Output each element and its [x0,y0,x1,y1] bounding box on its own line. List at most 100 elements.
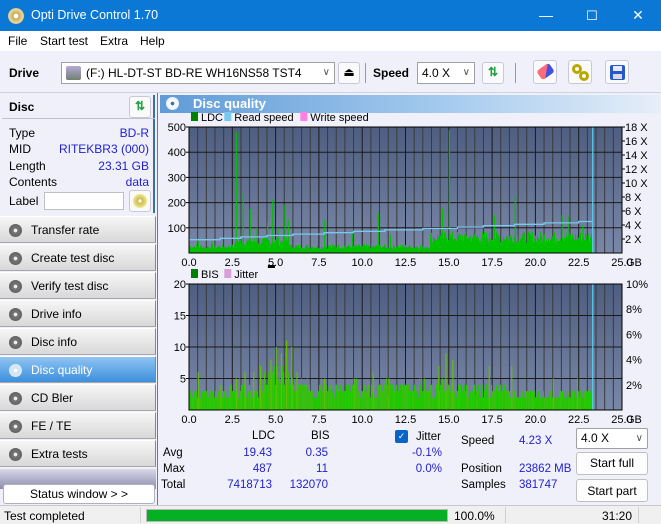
x-tick-label: 22.5 [568,414,589,426]
ldc-bar [445,233,447,253]
bis-bar [299,391,301,410]
ldc-bar [269,240,271,253]
ldc-bar [525,240,527,253]
ldc-bar [559,240,561,253]
bis-bar [228,397,230,410]
bis-bar [465,391,467,410]
ldc-bar [444,231,446,253]
bis-bar [415,384,417,410]
ldc-bar [385,245,387,253]
ldc-spike [284,205,286,253]
y2-tick-label: 6 X [625,206,642,218]
bis-bar [555,391,557,410]
ldc-bar [293,248,295,253]
x-tick-label: 15.0 [438,414,459,426]
ldc-bar [513,242,515,253]
y-tick-label: 20 [174,279,186,291]
ldc-bar [446,237,448,253]
bis-bar [478,384,480,410]
bis-bar [421,378,423,410]
y2-tick-label: 2% [626,380,642,392]
bis-bar [496,384,498,410]
ldc-bar [283,244,285,253]
ldc-bar [492,239,494,253]
bis-bar [497,391,499,410]
ldc-bar [262,239,264,253]
ldc-bar [251,241,253,253]
bis-bar [436,384,438,410]
ldc-bar [589,241,591,253]
ldc-bar [500,242,502,253]
bis-bar [407,391,409,410]
ldc-bar [565,239,567,253]
ldc-bar [529,232,531,253]
ldc-bar [244,244,246,253]
bis-bar [363,397,365,410]
bis-spike [372,372,374,410]
ldc-bar [459,233,461,253]
ldc-bar [220,247,222,253]
ldc-bar [335,247,337,253]
ldc-bar [586,234,588,253]
y2-tick-label: 4% [626,355,642,367]
ldc-bar [551,236,553,253]
bis-bar [491,384,493,410]
bis-bar [542,397,544,410]
bis-bar [357,397,359,410]
ldc-bar [254,238,256,253]
bis-bar [232,391,234,410]
ldc-bar [313,248,315,253]
ldc-bar [271,242,273,253]
bis-bar [462,391,464,410]
ldc-bar [447,241,449,253]
x-tick-label: 2.5 [225,257,240,269]
ldc-bar [402,244,404,253]
ldc-bar [399,247,401,253]
x-tick-label: 0.0 [181,257,196,269]
speed-stat-value: 4.23 X [519,435,553,447]
ldc-bar [296,245,298,253]
ldc-bar [477,235,479,253]
bis-spike [452,359,454,410]
bis-bar [342,391,344,410]
ldc-bar [424,248,426,253]
bis-bar [332,391,334,410]
bis-spike [270,359,272,410]
bis-bar [532,391,534,410]
bis-bar [495,384,497,410]
y2-tick-label: 14 X [625,150,648,162]
ldc-bar [230,247,232,253]
bis-bar [209,391,211,410]
ldc-bar [326,246,328,253]
bis-bar [269,365,271,410]
ldc-spike [211,241,213,253]
bis-bar [424,378,426,410]
ldc-bar [209,248,211,253]
test-speed-select[interactable]: 4.0 X ∨ [576,428,648,449]
ldc-bar [193,246,195,253]
bis-bar [463,391,465,410]
jitter-checkbox[interactable]: ✓ [395,430,408,443]
bis-bar [399,384,401,410]
ldc-bar [418,248,420,253]
ldc-bar [381,248,383,253]
bis-bar [371,384,373,410]
ldc-bar [340,248,342,253]
y2-tick-label: 18 X [625,122,648,134]
ldc-bar [345,246,347,253]
bis-bar [420,384,422,410]
ldc-bar [400,245,402,253]
ldc-bar [238,242,240,253]
ldc-bar [234,244,236,253]
ldc-bar [454,238,456,253]
bis-bar [565,391,567,410]
ldc-bar [464,234,466,253]
ldc-bar [405,245,407,253]
start-full-button[interactable]: Start full [576,452,648,475]
bis-bar [545,391,547,410]
start-part-button[interactable]: Start part [576,479,648,502]
ldc-bar [396,247,398,253]
ldc-bar [554,231,556,253]
ldc-bar [401,247,403,253]
legend-swatch [224,269,232,278]
